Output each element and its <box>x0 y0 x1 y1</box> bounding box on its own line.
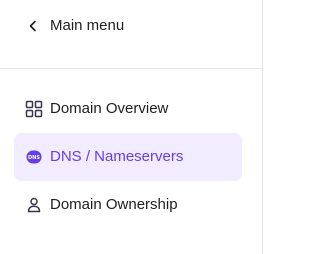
side-menu-panel: Main menu Domain Overview DNS DNS / Name… <box>0 0 263 254</box>
divider <box>0 68 262 69</box>
nav-item-domain-overview[interactable]: Domain Overview <box>14 85 242 133</box>
nav-item-domain-ownership[interactable]: Domain Ownership <box>14 181 242 229</box>
nav-item-dns-nameservers[interactable]: DNS DNS / Nameservers <box>14 133 242 181</box>
grid-overview-icon <box>25 100 43 118</box>
dns-icon: DNS <box>25 148 43 166</box>
back-to-main-menu-button[interactable]: Main menu <box>0 10 200 42</box>
svg-text:DNS: DNS <box>28 155 40 161</box>
back-label: Main menu <box>50 17 125 34</box>
panel-border <box>262 0 263 254</box>
nav-item-label: DNS / Nameservers <box>50 148 184 165</box>
chevron-left-icon <box>26 19 40 33</box>
user-icon <box>25 196 43 214</box>
nav-item-label: Domain Ownership <box>50 196 178 213</box>
nav-item-label: Domain Overview <box>50 100 169 117</box>
